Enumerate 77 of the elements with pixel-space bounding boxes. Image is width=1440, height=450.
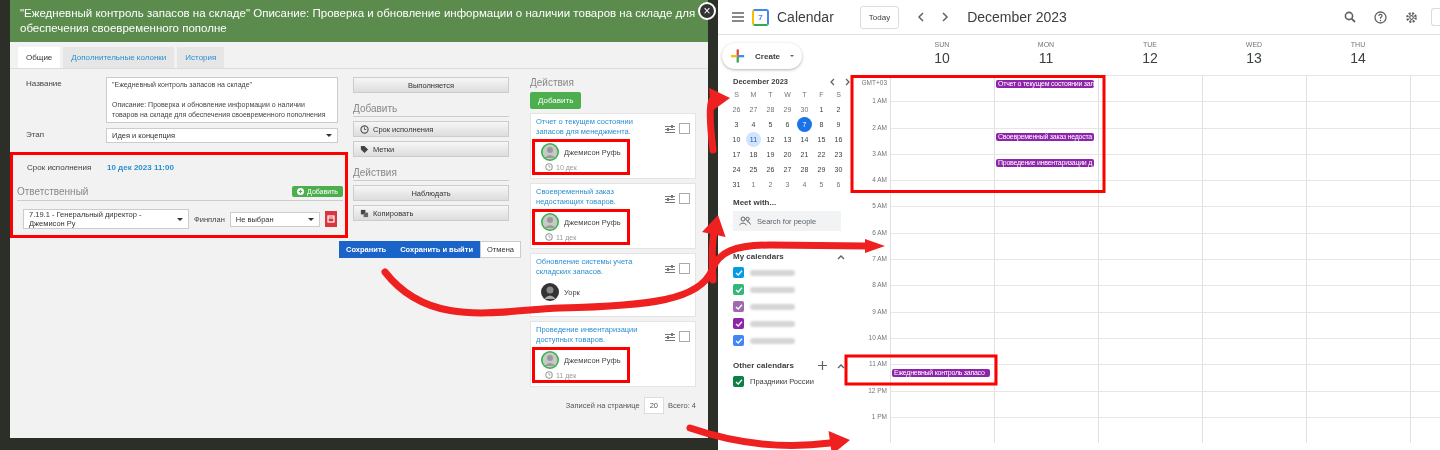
time-slot[interactable]	[1098, 101, 1202, 128]
field-label: Название	[25, 78, 63, 88]
blurred-label	[750, 269, 795, 276]
next-icon[interactable]	[941, 12, 950, 22]
tag-icon	[360, 144, 369, 154]
blurred-label	[750, 337, 795, 344]
day-number[interactable]: 12	[1142, 50, 1158, 66]
clock-icon	[545, 371, 553, 379]
section-heading: My calendars	[733, 252, 785, 261]
section-heading: Действия	[530, 77, 575, 88]
blurred-label	[750, 286, 795, 293]
field-label: Этап	[25, 129, 46, 139]
calendar-checkbox[interactable]	[733, 301, 744, 312]
menu-icon[interactable]	[732, 12, 744, 22]
section-heading: Добавить	[353, 103, 509, 117]
avatar-photo-icon	[541, 283, 559, 301]
time-slot[interactable]	[994, 180, 1098, 207]
section-heading: Meet with...	[733, 198, 778, 207]
day-number[interactable]: 13	[1246, 50, 1262, 66]
settings-icon[interactable]	[1405, 10, 1418, 24]
next-icon[interactable]	[845, 77, 851, 86]
period-title: December 2023	[967, 9, 1067, 25]
time-slot[interactable]	[1098, 75, 1202, 102]
field-label: Срок исполнения	[26, 162, 93, 172]
calendar-checkbox[interactable]	[733, 267, 744, 278]
curved-arrow	[706, 87, 730, 154]
checkbox[interactable]	[679, 331, 690, 342]
checkbox[interactable]	[679, 123, 690, 134]
calendar-checkbox[interactable]	[733, 284, 744, 295]
copy-icon	[360, 208, 369, 218]
avatar-icon	[541, 351, 559, 369]
checkbox[interactable]	[679, 263, 690, 274]
collapse-icon[interactable]	[837, 362, 845, 369]
collapse-icon[interactable]	[837, 253, 845, 260]
tab[interactable]: Общие	[18, 47, 61, 68]
checkbox[interactable]	[679, 193, 690, 204]
filter-icon[interactable]	[665, 265, 675, 274]
time-slot[interactable]	[1098, 153, 1202, 181]
calendar-checkbox[interactable]	[733, 335, 744, 346]
section-heading: Действия	[353, 167, 509, 181]
header-control[interactable]	[1431, 8, 1440, 26]
clock-icon	[545, 163, 553, 171]
section-heading: Other calendars	[733, 361, 795, 370]
time-slot[interactable]	[1098, 180, 1202, 207]
plus-icon	[297, 188, 305, 195]
clock-icon	[545, 233, 553, 241]
avatar-icon	[541, 143, 559, 161]
app-title: Calendar	[777, 9, 834, 25]
add-icon[interactable]	[818, 361, 827, 370]
time-slot[interactable]	[1098, 127, 1202, 154]
filter-icon[interactable]	[665, 195, 675, 204]
dialog-title: "Ежедневный контроль запасов на складе" Описание: Проверка и обновление информации о наличии товаров на складе для обеспечения своевременного пополне	[20, 6, 697, 36]
delete-button[interactable]	[324, 211, 337, 227]
day-number[interactable]: 11	[1038, 50, 1054, 66]
day-number[interactable]: 14	[1350, 50, 1366, 66]
section-heading: Ответственный	[17, 186, 89, 197]
filter-icon[interactable]	[665, 333, 675, 342]
previous-icon[interactable]	[829, 77, 835, 86]
help-icon[interactable]	[1374, 10, 1387, 24]
previous-icon[interactable]	[917, 12, 926, 22]
calendar-checkbox[interactable]	[733, 318, 744, 329]
filter-icon[interactable]	[665, 125, 675, 134]
clock-icon	[360, 124, 369, 134]
create-button[interactable]: Create	[722, 43, 802, 69]
plus-icon	[730, 48, 746, 64]
time-slot[interactable]	[994, 364, 1098, 391]
close-button[interactable]: ×	[698, 2, 716, 20]
blurred-label	[750, 303, 795, 310]
search-icon[interactable]	[1344, 11, 1356, 23]
avatar-icon	[541, 213, 559, 231]
today-button[interactable]: Today	[859, 5, 900, 29]
calendar-checkbox[interactable]	[733, 376, 744, 387]
blurred-label	[750, 320, 795, 327]
time-slot[interactable]	[890, 180, 994, 207]
day-number[interactable]: 10	[934, 50, 950, 66]
calendar-logo: 7	[752, 8, 769, 26]
time-slot[interactable]	[890, 337, 994, 365]
